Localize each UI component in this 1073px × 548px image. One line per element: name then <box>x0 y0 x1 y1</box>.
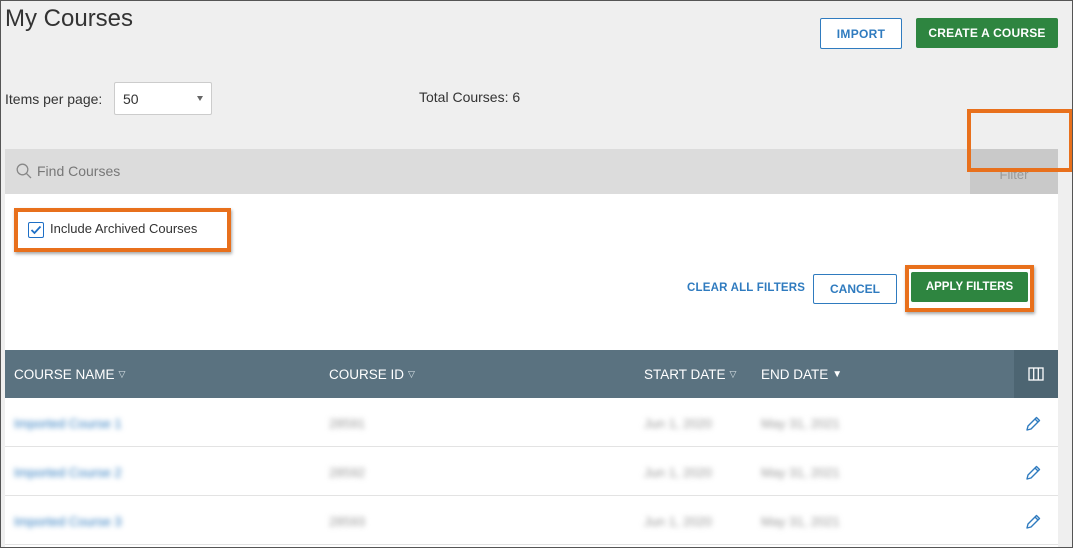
table-body: Imported Course 1 28591 Jun 1, 2020 May … <box>5 398 1058 547</box>
import-button[interactable]: IMPORT <box>820 18 902 49</box>
items-per-page-select[interactable]: 50 <box>114 82 212 115</box>
start-date-cell: Jun 1, 2020 <box>644 465 712 480</box>
column-header-label: END DATE <box>761 367 829 382</box>
pencil-icon[interactable] <box>1024 513 1042 531</box>
course-name-link[interactable]: Imported Course 3 <box>14 514 122 529</box>
table-header: COURSE NAME ▽ COURSE ID ▽ START DATE ▽ E… <box>5 350 1058 398</box>
sort-icon: ▽ <box>118 369 126 379</box>
apply-filters-button[interactable]: APPLY FILTERS <box>911 272 1028 302</box>
column-header-label: COURSE ID <box>329 367 405 382</box>
start-date-cell: Jun 1, 2020 <box>644 514 712 529</box>
columns-toggle-button[interactable] <box>1014 350 1058 398</box>
include-archived-label: Include Archived Courses <box>50 221 198 236</box>
items-per-page-label: Items per page: <box>5 91 103 107</box>
start-date-cell: Jun 1, 2020 <box>644 416 712 431</box>
column-header-label: START DATE <box>644 367 726 382</box>
end-date-cell: May 31, 2021 <box>761 416 840 431</box>
sort-icon: ▽ <box>729 369 737 379</box>
search-input[interactable] <box>37 157 837 185</box>
table-row: Imported Course 1 28591 Jun 1, 2020 May … <box>5 398 1058 447</box>
search-icon <box>16 163 32 179</box>
column-header-course-name[interactable]: COURSE NAME ▽ <box>14 367 125 382</box>
end-date-cell: May 31, 2021 <box>761 465 840 480</box>
check-icon <box>30 225 42 235</box>
column-header-start-date[interactable]: START DATE ▽ <box>644 367 736 382</box>
course-id-cell: 28591 <box>329 416 366 431</box>
column-header-end-date[interactable]: END DATE ▼ <box>761 367 842 382</box>
apply-filters-highlight: APPLY FILTERS <box>905 265 1034 312</box>
include-archived-highlight: Include Archived Courses <box>14 208 231 252</box>
column-header-label: COURSE NAME <box>14 367 115 382</box>
clear-all-filters-link[interactable]: CLEAR ALL FILTERS <box>687 282 805 294</box>
include-archived-checkbox[interactable] <box>28 222 44 238</box>
course-id-cell: 28592 <box>329 465 366 480</box>
course-id-cell: 28593 <box>329 514 366 529</box>
total-courses: Total Courses: 6 <box>419 89 521 105</box>
page-title: My Courses <box>5 5 134 32</box>
column-header-course-id[interactable]: COURSE ID ▽ <box>329 367 415 382</box>
course-name-link[interactable]: Imported Course 1 <box>14 416 122 431</box>
table-row: Imported Course 2 28592 Jun 1, 2020 May … <box>5 447 1058 496</box>
create-course-button[interactable]: CREATE A COURSE <box>916 18 1058 48</box>
cancel-button[interactable]: CANCEL <box>813 274 897 304</box>
chevron-down-icon <box>197 96 203 101</box>
pencil-icon[interactable] <box>1024 415 1042 433</box>
pencil-icon[interactable] <box>1024 464 1042 482</box>
course-name-link[interactable]: Imported Course 2 <box>14 465 122 480</box>
page-frame: My Courses IMPORT CREATE A COURSE Items … <box>0 0 1073 548</box>
filter-button-highlight <box>967 109 1072 172</box>
sort-desc-icon: ▼ <box>832 369 843 380</box>
items-per-page-value: 50 <box>123 90 139 107</box>
end-date-cell: May 31, 2021 <box>761 514 840 529</box>
sort-icon: ▽ <box>408 369 415 379</box>
table-row: Imported Course 3 28593 Jun 1, 2020 May … <box>5 496 1058 545</box>
columns-icon <box>1028 367 1044 381</box>
search-bar <box>5 149 1058 194</box>
